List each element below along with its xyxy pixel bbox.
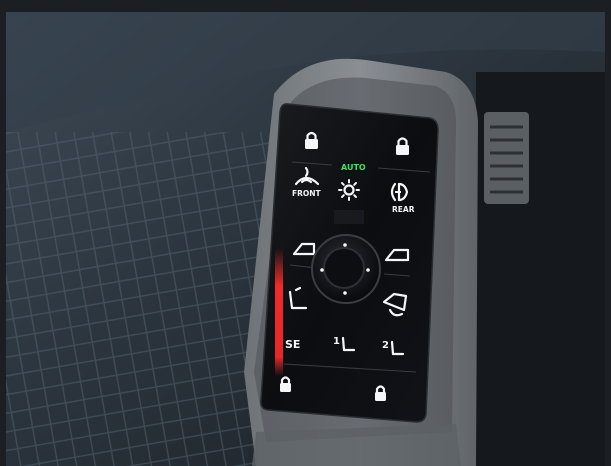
dpad-down[interactable] xyxy=(343,291,347,295)
photo-frame: FRONT AUTO REAR SE 1 2 xyxy=(6,12,605,466)
dpad-left[interactable] xyxy=(320,268,324,272)
reflection xyxy=(334,210,364,224)
seat-label: SE xyxy=(285,338,300,351)
ambient-light-strip xyxy=(275,248,283,376)
seat-button[interactable]: SE xyxy=(285,338,300,351)
memory-2-label: 2 xyxy=(382,340,389,351)
dpad[interactable] xyxy=(311,234,381,304)
car-door-photo: FRONT AUTO REAR SE 1 2 xyxy=(0,0,611,466)
unlock-button[interactable] xyxy=(388,136,428,164)
memory-1-label: 1 xyxy=(333,336,340,347)
rear-label: REAR xyxy=(392,205,415,214)
front-label: FRONT xyxy=(292,189,322,198)
door-scene-svg: FRONT AUTO REAR SE 1 2 xyxy=(6,12,605,466)
dpad-center[interactable] xyxy=(323,247,365,289)
lock-button[interactable] xyxy=(298,131,338,160)
auto-indicator-label: AUTO xyxy=(341,163,366,172)
dpad-right[interactable] xyxy=(366,268,370,272)
dpad-up[interactable] xyxy=(343,243,347,247)
